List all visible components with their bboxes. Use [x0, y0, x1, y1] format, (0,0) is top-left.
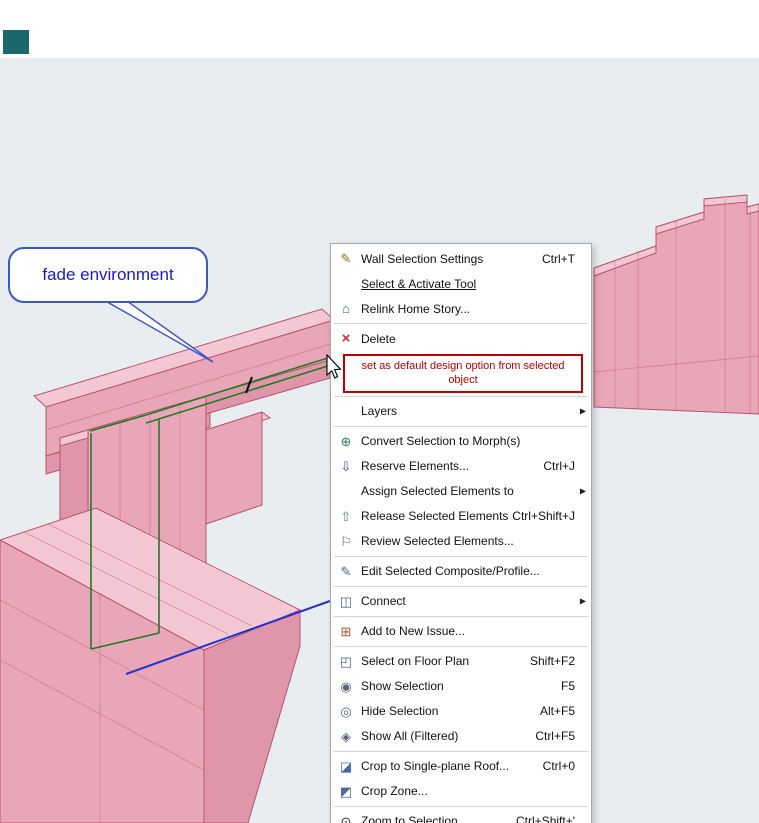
menu-item-delete[interactable]: × Delete	[331, 326, 591, 351]
menu-item-layers[interactable]: Layers ▶	[331, 399, 591, 424]
menu-item-label: Crop Zone...	[361, 784, 428, 799]
menu-item-shortcut: Ctrl+T	[542, 251, 575, 266]
crop-to-single-plane-roof-icon: ◪	[339, 758, 353, 774]
menu-separator	[334, 585, 588, 587]
menu-item-review-selected-elements[interactable]: ⚐ Review Selected Elements...	[331, 529, 591, 554]
delete-icon: ×	[341, 330, 351, 347]
menu-separator	[334, 750, 588, 752]
menu-item-shortcut: Ctrl+J	[543, 459, 575, 474]
menu-item-connect[interactable]: ◫ Connect ▶	[331, 589, 591, 614]
menu-item-label: Select & Activate Tool	[361, 276, 477, 291]
menu-item-label: Release Selected Elements	[361, 509, 509, 524]
menu-item-label: Convert Selection to Morph(s)	[361, 434, 521, 449]
menu-item-add-to-new-issue[interactable]: ⊞ Add to New Issue...	[331, 619, 591, 644]
menu-item-label: Reserve Elements...	[361, 459, 470, 474]
release-elements-icon: ⇧	[340, 508, 352, 524]
menu-item-select-on-floor-plan[interactable]: ◰ Select on Floor Plan Shift+F2	[331, 649, 591, 674]
wall-3d-right[interactable]	[593, 194, 759, 415]
menu-item-shortcut: Ctrl+Shift+J	[512, 509, 575, 524]
menu-item-wall-selection-settings[interactable]: ✎ Wall Selection Settings Ctrl+T	[331, 246, 591, 271]
submenu-arrow-icon: ▶	[579, 406, 586, 416]
reserve-elements-icon: ⇩	[340, 458, 352, 474]
menu-separator	[334, 555, 588, 557]
menu-item-label: Select on Floor Plan	[361, 654, 470, 669]
callout-text: fade environment	[42, 265, 174, 284]
menu-separator	[334, 645, 588, 647]
submenu-arrow-icon: ▶	[579, 596, 586, 606]
menu-item-label: Connect	[361, 594, 406, 609]
show-selection-icon: ◉	[340, 678, 352, 694]
teal-color-swatch	[3, 30, 29, 54]
menu-item-label: Hide Selection	[361, 704, 439, 719]
callout-pointer	[99, 298, 214, 363]
menu-item-label: Layers	[361, 404, 398, 419]
wall-selection-settings-icon: ✎	[340, 251, 352, 266]
menu-item-label: Delete	[361, 331, 396, 346]
menu-item-convert-selection-to-morph-s[interactable]: ⊕ Convert Selection to Morph(s)	[331, 429, 591, 454]
menu-item-edit-selected-composite-profile[interactable]: ✎ Edit Selected Composite/Profile...	[331, 559, 591, 584]
menu-item-crop-zone[interactable]: ◩ Crop Zone...	[331, 779, 591, 804]
menu-item-release-selected-elements[interactable]: ⇧ Release Selected Elements Ctrl+Shift+J	[331, 504, 591, 529]
menu-item-shortcut: Ctrl+0	[542, 759, 575, 774]
show-all-filtered-icon: ◈	[341, 728, 351, 744]
menu-item-shortcut: Shift+F2	[529, 654, 575, 669]
menu-item-shortcut: Ctrl+F5	[535, 729, 575, 744]
menu-item-zoom-to-selection[interactable]: ⊙ Zoom to Selection Ctrl+Shift+'	[331, 809, 591, 823]
menu-item-label: Add to New Issue...	[361, 624, 466, 639]
relink-home-story-icon: ⌂	[342, 301, 350, 316]
menu-item-reserve-elements[interactable]: ⇩ Reserve Elements... Ctrl+J	[331, 454, 591, 479]
menu-item-shortcut: Ctrl+Shift+'	[516, 814, 575, 823]
menu-separator	[334, 615, 588, 617]
menu-separator	[334, 395, 588, 397]
menu-item-show-selection[interactable]: ◉ Show Selection F5	[331, 674, 591, 699]
zoom-to-selection-icon: ⊙	[340, 813, 352, 823]
context-menu: ✎ Wall Selection Settings Ctrl+T Select & A…	[330, 243, 592, 823]
add-to-new-issue-icon: ⊞	[340, 623, 352, 639]
review-elements-icon: ⚐	[340, 533, 352, 549]
top-toolbar-area	[0, 0, 759, 58]
menu-item-shortcut: Alt+F5	[539, 704, 575, 719]
menu-item-label: Edit Selected Composite/Profile...	[361, 564, 540, 579]
menu-item-label: Show Selection	[361, 679, 444, 694]
menu-separator	[334, 425, 588, 427]
menu-item-label: Show All (Filtered)	[361, 729, 459, 744]
menu-item-shortcut: F5	[560, 679, 575, 694]
convert-selection-to-morph-icon: ⊕	[340, 433, 352, 449]
menu-item-label: Review Selected Elements...	[361, 534, 514, 549]
menu-separator	[334, 805, 588, 807]
hide-selection-icon: ◎	[340, 703, 352, 719]
select-on-floor-plan-icon: ◰	[339, 653, 353, 669]
menu-item-label: Zoom to Selection	[361, 814, 458, 823]
menu-item-label: Crop to Single-plane Roof...	[361, 759, 510, 774]
edit-composite-profile-icon: ✎	[340, 563, 352, 579]
menu-separator	[334, 323, 588, 324]
menu-item-label: Assign Selected Elements to	[361, 484, 514, 499]
menu-item-show-all-filtered[interactable]: ◈ Show All (Filtered) Ctrl+F5	[331, 724, 591, 749]
menu-item-label: Relink Home Story...	[361, 301, 471, 316]
submenu-arrow-icon: ▶	[579, 486, 586, 496]
menu-item-crop-to-single-plane-roof[interactable]: ◪ Crop to Single-plane Roof... Ctrl+0	[331, 754, 591, 779]
menu-item-select-activate-tool[interactable]: Select & Activate Tool	[331, 271, 591, 296]
annotation-highlight-box: set as default design option from select…	[343, 354, 583, 393]
menu-item-label: Wall Selection Settings	[361, 251, 484, 266]
callout-bubble: fade environment	[8, 247, 208, 303]
application-window: fade environment ✎ Wall Selection Setting…	[0, 0, 759, 823]
menu-item-hide-selection[interactable]: ◎ Hide Selection Alt+F5	[331, 699, 591, 724]
crop-zone-icon: ◩	[339, 783, 353, 799]
menu-item-relink-home-story[interactable]: ⌂ Relink Home Story...	[331, 296, 591, 321]
connect-icon: ◫	[339, 593, 353, 609]
menu-item-assign-selected-elements-to[interactable]: Assign Selected Elements to ▶	[331, 479, 591, 504]
